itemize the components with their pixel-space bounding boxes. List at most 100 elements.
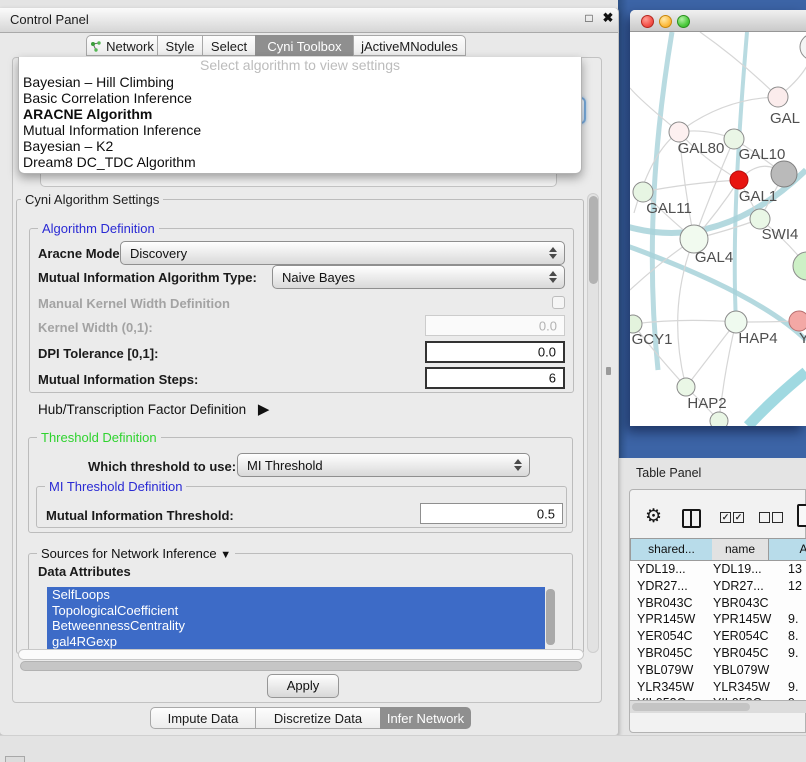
network-node-label: GAL1 xyxy=(739,188,777,205)
attributes-scrollbar-thumb[interactable] xyxy=(546,589,555,645)
tab-jactivemnodules[interactable]: jActiveMNodules xyxy=(353,35,466,56)
settings-scrollbar-thumb[interactable] xyxy=(589,196,598,284)
tab-style[interactable]: Style xyxy=(157,35,203,56)
tab-impute-data[interactable]: Impute Data xyxy=(150,707,256,729)
network-window-titlebar[interactable] xyxy=(630,10,806,32)
tab-infer-network[interactable]: Infer Network xyxy=(380,707,471,729)
which-threshold-value: MI Threshold xyxy=(247,458,323,473)
network-node[interactable] xyxy=(677,378,695,396)
aracne-mode-value: Discovery xyxy=(130,246,187,261)
table-horizontal-scrollbar-thumb[interactable] xyxy=(632,703,750,711)
column-header-shared[interactable]: shared... xyxy=(630,538,712,561)
table-row[interactable]: YDL19...YDL19...13 xyxy=(630,561,806,578)
stepper-arrows-icon xyxy=(549,271,557,283)
table-row[interactable]: YBL079WYBL079W xyxy=(630,662,806,679)
tab-cyni-toolbox[interactable]: Cyni Toolbox xyxy=(255,35,354,56)
network-node[interactable] xyxy=(669,122,689,142)
network-view-window[interactable]: GALGAL80GAL10GAL1GAL11SWI4GAL4GCY1HAP4YH… xyxy=(630,10,806,426)
table-cell: YER054C xyxy=(637,628,713,645)
attribute-list-item[interactable]: gal4RGexp xyxy=(47,634,545,650)
network-node-label: GAL11 xyxy=(646,200,692,217)
column-header-name[interactable]: name xyxy=(712,538,768,561)
columns-icon[interactable] xyxy=(682,509,701,528)
kernel-width-field[interactable]: 0.0 xyxy=(425,315,565,336)
data-attributes-list[interactable]: SelfLoopsTopologicalCoefficientBetweenne… xyxy=(47,587,545,651)
column-header-clipped[interactable]: A xyxy=(768,538,806,561)
bottom-left-button[interactable] xyxy=(5,756,25,762)
attribute-list-item[interactable]: SelfLoops xyxy=(47,587,545,603)
network-node[interactable] xyxy=(730,171,748,189)
network-node[interactable] xyxy=(768,87,788,107)
table-cell: YBR045C xyxy=(637,645,713,662)
data-attributes-label: Data Attributes xyxy=(38,564,131,579)
settings-horizontal-scrollbar[interactable] xyxy=(18,649,584,660)
float-window-icon[interactable]: □ xyxy=(583,12,595,24)
table-panel-title: Table Panel xyxy=(636,466,701,480)
tab-select[interactable]: Select xyxy=(202,35,256,56)
algorithm-option[interactable]: ARACNE Algorithm xyxy=(19,106,581,122)
table-row[interactable]: YBR043CYBR043C xyxy=(630,595,806,612)
stepper-arrows-icon xyxy=(549,247,557,259)
algorithm-option[interactable]: Basic Correlation Inference xyxy=(19,90,581,106)
algorithm-option[interactable]: Bayesian – K2 xyxy=(19,138,581,154)
network-node[interactable] xyxy=(771,161,797,187)
algorithm-dropdown-list: Bayesian – Hill ClimbingBasic Correlatio… xyxy=(19,74,581,170)
attribute-list-item[interactable]: BetweennessCentrality xyxy=(47,618,545,634)
algorithm-option[interactable]: Mutual Information Inference xyxy=(19,122,581,138)
mi-type-value: Naive Bayes xyxy=(282,270,355,285)
unchecked-checkbox-icon[interactable] xyxy=(772,512,783,523)
table-cell: 8. xyxy=(788,628,806,645)
aracne-mode-label: Aracne Mode: xyxy=(38,246,124,261)
threshold-definition-legend: Threshold Definition xyxy=(37,430,161,445)
stepper-arrows-icon xyxy=(514,459,522,471)
table-row[interactable]: YBR045CYBR045C9. xyxy=(630,645,806,662)
network-node[interactable] xyxy=(793,252,806,280)
table-cell xyxy=(788,662,806,679)
table-row[interactable]: YPR145WYPR145W9. xyxy=(630,611,806,628)
network-node[interactable] xyxy=(800,34,806,60)
tab-network[interactable]: Network xyxy=(86,35,158,56)
kernel-width-label: Kernel Width (0,1): xyxy=(38,320,153,335)
screen: GALGAL80GAL10GAL1GAL11SWI4GAL4GCY1HAP4YH… xyxy=(0,0,806,762)
algorithm-option[interactable]: Bayesian – Hill Climbing xyxy=(19,74,581,90)
unchecked-checkbox-icon[interactable] xyxy=(759,512,770,523)
minimize-traffic-light[interactable] xyxy=(659,15,672,28)
apply-button[interactable]: Apply xyxy=(267,674,339,698)
panel-splitter-handle[interactable] xyxy=(606,367,611,375)
sources-legend-text: Sources for Network Inference xyxy=(41,546,217,561)
algorithm-option[interactable]: Dream8 DC_TDC Algorithm xyxy=(19,154,581,170)
hub-definition-expander[interactable]: Hub/Transcription Factor Definition ▶ xyxy=(38,400,269,418)
mi-threshold-field[interactable]: 0.5 xyxy=(420,503,563,524)
sources-legend[interactable]: Sources for Network Inference ▼ xyxy=(37,546,235,561)
kernel-width-value: 0.0 xyxy=(539,318,557,333)
table-cell xyxy=(788,595,806,612)
network-node[interactable] xyxy=(633,182,653,202)
gear-icon[interactable]: ⚙ xyxy=(645,505,662,528)
settings-horizontal-scrollbar-thumb[interactable] xyxy=(20,661,582,671)
network-canvas[interactable]: GALGAL80GAL10GAL1GAL11SWI4GAL4GCY1HAP4YH… xyxy=(630,32,806,426)
document-icon[interactable] xyxy=(797,504,806,527)
checked-checkbox-icon[interactable]: ✓ xyxy=(720,512,731,523)
aracne-mode-combo[interactable]: Discovery xyxy=(120,241,565,265)
zoom-traffic-light[interactable] xyxy=(677,15,690,28)
dpi-tolerance-label: DPI Tolerance [0,1]: xyxy=(38,346,158,361)
checked-checkbox-icon[interactable]: ✓ xyxy=(733,512,744,523)
table-row[interactable]: YER054CYER054C8. xyxy=(630,628,806,645)
close-icon[interactable]: ✖ xyxy=(601,11,615,25)
table-cell: YBR043C xyxy=(713,595,788,612)
table-row[interactable]: YLR345WYLR345W9. xyxy=(630,679,806,696)
dpi-tolerance-field[interactable]: 0.0 xyxy=(425,341,565,363)
attribute-list-item[interactable]: TopologicalCoefficient xyxy=(47,603,545,619)
control-panel-title: Control Panel xyxy=(10,12,89,27)
network-node[interactable] xyxy=(710,412,728,426)
table-row[interactable]: YDR27...YDR27...12 xyxy=(630,578,806,595)
which-threshold-combo[interactable]: MI Threshold xyxy=(237,453,530,477)
network-canvas-svg[interactable]: GALGAL80GAL10GAL1GAL11SWI4GAL4GCY1HAP4YH… xyxy=(630,32,806,426)
tab-discretize-data[interactable]: Discretize Data xyxy=(255,707,381,729)
mi-steps-field[interactable]: 6 xyxy=(425,367,565,389)
manual-kernel-checkbox[interactable] xyxy=(552,296,565,309)
network-node[interactable] xyxy=(789,311,806,331)
mi-type-combo[interactable]: Naive Bayes xyxy=(272,265,565,289)
table-cell: YLR345W xyxy=(713,679,788,696)
close-traffic-light[interactable] xyxy=(641,15,654,28)
